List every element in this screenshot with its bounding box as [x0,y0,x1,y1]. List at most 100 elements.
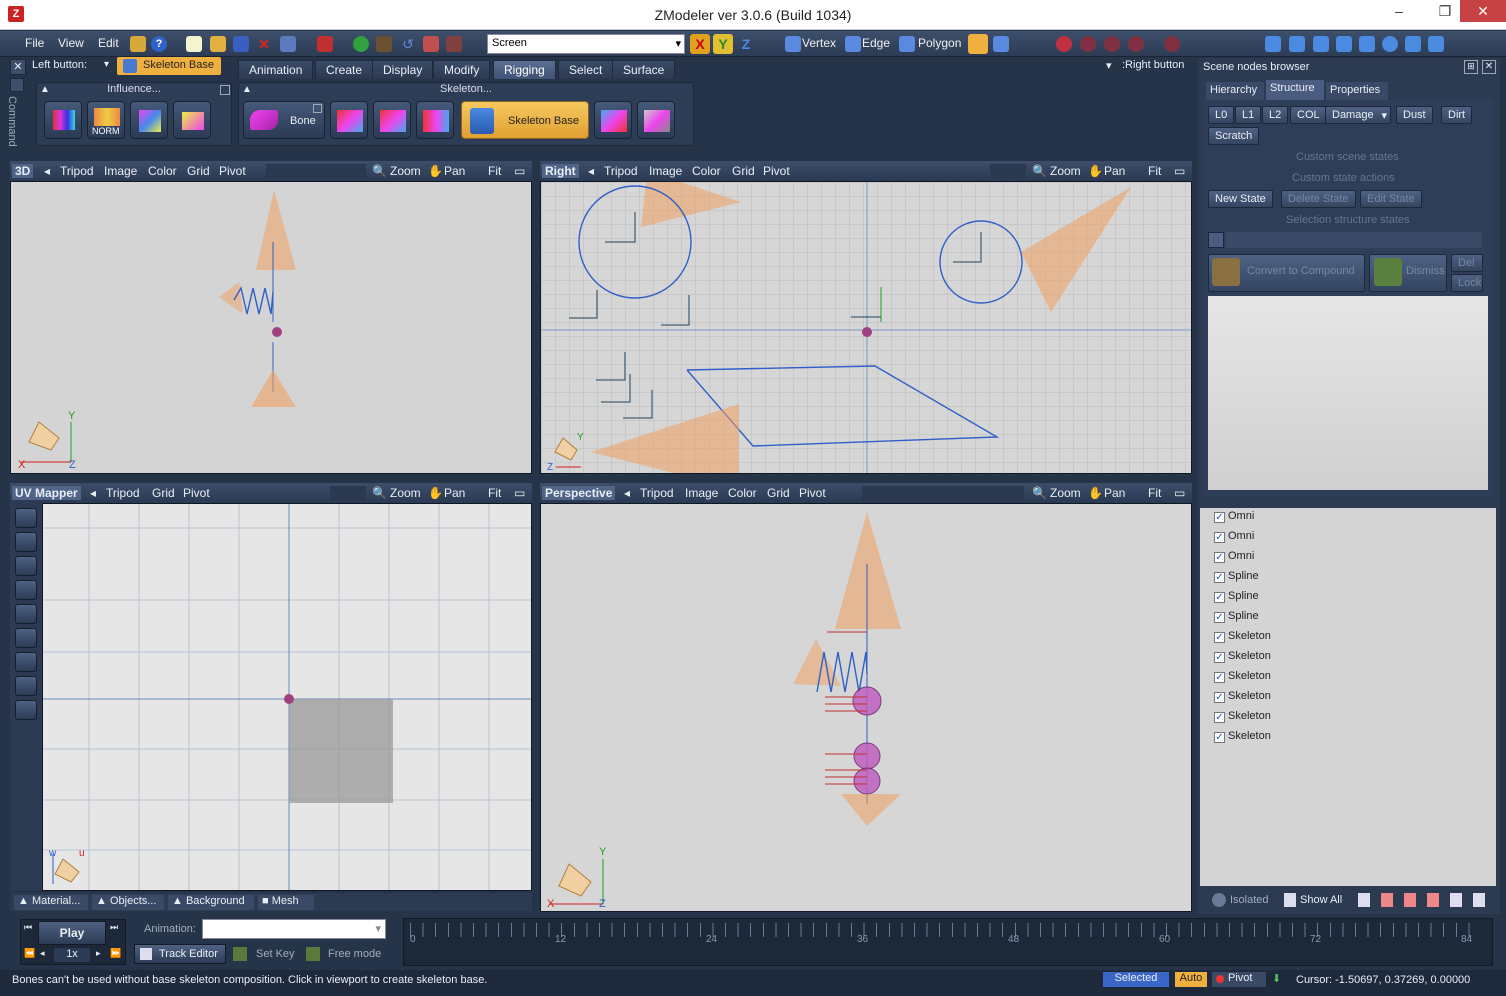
tab-create[interactable]: Create [315,60,374,79]
open-icon[interactable] [210,36,226,52]
collapse-influence-icon[interactable]: ▲ [40,84,50,95]
collapse-skeleton-icon[interactable]: ▲ [242,84,252,95]
vpuv-tripod[interactable]: Tripod [106,486,140,500]
damage-button[interactable]: Damage ▾ [1325,106,1391,124]
lock-button[interactable]: Lock [1451,274,1483,292]
command-vertical-tab[interactable]: Command [2,96,18,156]
lod-col-button[interactable]: COL [1290,106,1327,124]
delete-state-button[interactable]: Delete State [1281,190,1356,208]
tab-animation[interactable]: Animation [238,60,314,79]
menu-edit[interactable]: Edit [98,36,119,50]
delete-icon[interactable]: ✕ [256,36,272,52]
display-icon-1[interactable] [1265,36,1281,52]
list-tool-icon-1[interactable] [1358,893,1370,907]
uv-tool-1[interactable] [15,508,37,528]
objects-tab[interactable]: ▲ Objects... [92,895,164,910]
vp3d-grid[interactable]: Grid [187,164,210,178]
snap2-icon[interactable] [1104,36,1120,52]
display-icon-8[interactable] [1428,36,1444,52]
uv-tool-7[interactable] [15,652,37,672]
bone-tool-1-button[interactable] [330,101,368,139]
list-item[interactable]: ✓ Skeleton [1214,650,1271,668]
menu-view[interactable]: View [58,36,84,50]
save-icon[interactable] [233,36,249,52]
polygon-mode-button[interactable]: Polygon [918,36,961,50]
dust-button[interactable]: Dust [1396,106,1433,124]
tab-properties[interactable]: Properties [1326,82,1388,100]
uv-tool-4[interactable] [15,580,37,600]
list-item[interactable]: ✓ Skeleton [1214,710,1271,728]
new-state-button[interactable]: New State [1208,190,1273,208]
lod-l2-button[interactable]: L2 [1262,106,1289,124]
influence-norm-button[interactable]: NORM [87,101,125,139]
display-icon-3[interactable] [1313,36,1329,52]
lod-l1-button[interactable]: L1 [1235,106,1262,124]
vpp-image[interactable]: Image [685,486,718,500]
new-file-icon[interactable] [186,36,202,52]
vp3d-maximize-icon[interactable]: ▭ [514,164,525,178]
close-panel-icon[interactable]: ✕ [10,59,26,75]
vp3d-color[interactable]: Color [148,164,177,178]
display-icon-2[interactable] [1289,36,1305,52]
checkbox-icon[interactable]: ✓ [1214,632,1225,643]
list-tool-icon-5[interactable] [1450,893,1462,907]
magnet-icon[interactable] [1056,36,1072,52]
vpuv-title[interactable]: UV Mapper [12,486,81,500]
list-item[interactable]: ✓ Skeleton [1214,730,1271,748]
set-key-button[interactable]: Set Key [256,948,295,960]
scratch-button[interactable]: Scratch [1208,127,1260,145]
display-icon-4[interactable] [1336,36,1352,52]
vpp-zoom[interactable]: Zoom [1050,486,1081,500]
vp3d-zoom[interactable]: Zoom [390,164,421,178]
checkbox-icon[interactable]: ✓ [1214,672,1225,683]
vpright-pan-icon[interactable]: ✋ [1088,164,1103,178]
panel-float-icon[interactable]: ⊞ [1464,60,1478,74]
influence-brush-button[interactable] [130,101,168,139]
vpright-mode-icon[interactable] [990,164,1026,178]
state-lock-icon[interactable] [1208,232,1224,248]
vp3d-title[interactable]: 3D [12,164,34,178]
influence-paint-button[interactable] [44,101,82,139]
panel-close-icon[interactable]: ✕ [1482,60,1496,74]
vpuv-back-arrow-icon[interactable]: ◂ [90,486,96,500]
vp3d-pan-icon[interactable]: ✋ [428,164,443,178]
material-tab[interactable]: ▲ Material... [14,895,88,910]
del-button[interactable]: Del [1451,254,1483,272]
vpp-maximize-icon[interactable]: ▭ [1174,486,1185,500]
step-forward-icon[interactable]: ⏩ [110,948,121,959]
list-item[interactable]: ✓ Spline [1214,590,1259,608]
list-item[interactable]: ✓ Skeleton [1214,670,1271,688]
checkbox-icon[interactable]: ✓ [1214,712,1225,723]
vpuv-grid[interactable]: Grid [152,486,175,500]
display-icon-6[interactable] [1382,36,1398,52]
viewport-perspective[interactable]: X Y Z [540,503,1192,912]
last-frame-icon[interactable]: ⏭ [110,922,118,933]
vpp-pan[interactable]: Pan [1104,486,1125,500]
skeleton-base-button[interactable]: Skeleton Base [461,101,589,139]
list-item[interactable]: ✓ Omni [1214,550,1254,568]
vpp-render-icons[interactable] [862,486,1024,500]
undo-icon[interactable] [317,36,333,52]
edge-mode-button[interactable]: Edge [862,36,890,50]
close-icon[interactable]: ✕ [1460,0,1506,22]
checkbox-icon[interactable]: ✓ [1214,652,1225,663]
selection-state-bar[interactable] [1226,232,1482,248]
vpright-zoom-icon[interactable]: 🔍 [1032,164,1047,178]
skeleton-tool-2-button[interactable] [637,101,675,139]
vp3d-pan[interactable]: Pan [444,164,465,178]
vp3d-fit[interactable]: Fit [488,164,501,178]
vpuv-pan[interactable]: Pan [444,486,465,500]
display-icon-7[interactable] [1405,36,1421,52]
vpp-fit[interactable]: Fit [1148,486,1161,500]
timeline-track[interactable] [403,918,1493,966]
vp3d-tripod[interactable]: Tripod [60,164,94,178]
options-icon[interactable] [130,36,146,52]
selected-indicator[interactable]: Selected [1103,972,1169,987]
speed-value[interactable]: 1x [54,948,90,962]
uv-tool-2[interactable] [15,532,37,552]
vpuv-zoom-icon[interactable]: 🔍 [372,486,387,500]
scene-node-list[interactable]: ✓ Omni ✓ Omni ✓ Omni ✓ Spline ✓ Spline ✓ Splin… [1200,508,1496,886]
help-icon[interactable]: ? [151,36,167,52]
next-frame-icon[interactable]: ▸ [96,948,101,959]
axis-x-lock[interactable]: X [690,34,710,54]
